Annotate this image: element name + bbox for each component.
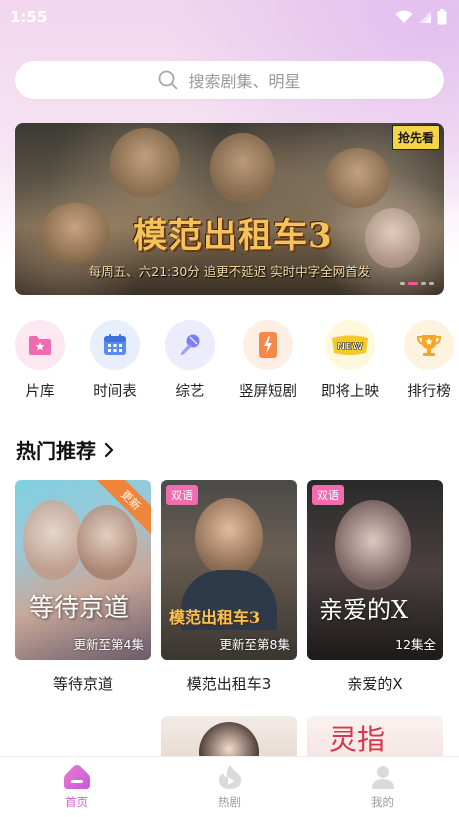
category-label: 时间表 [93, 384, 137, 400]
home-icon [63, 765, 90, 789]
bilingual-tag: 双语 [166, 485, 198, 505]
banner-figure [40, 203, 110, 263]
banner-badge: 抢先看 [391, 125, 440, 150]
episode-status: 更新至第4集 [73, 637, 144, 652]
svg-text:NEW: NEW [337, 342, 363, 353]
banner-figure [365, 208, 420, 268]
bottom-tab-bar: 首页 热剧 我的 [0, 756, 459, 817]
banner-pagination [400, 282, 434, 285]
search-icon [159, 70, 178, 90]
category-variety[interactable]: 综艺 [153, 320, 227, 401]
poster-title: 亲爱的X [319, 596, 409, 624]
chevron-right-icon [104, 442, 114, 457]
card-title: 亲爱的X [347, 675, 403, 693]
banner-figure [325, 148, 390, 208]
battery-icon [437, 9, 447, 25]
category-schedule[interactable]: 时间表 [78, 320, 152, 401]
tab-hot-drama[interactable]: 热剧 [153, 757, 306, 817]
banner-subtitle: 每周五、六21:30分 追更不延迟 实时中字全网首发 [88, 264, 371, 279]
trophy-icon [416, 335, 442, 356]
search-placeholder: 搜索剧集、明星 [188, 72, 301, 91]
new-badge-icon: NEW [332, 335, 368, 355]
poster-title: 模范出租车3 [169, 608, 261, 627]
banner-figure [110, 128, 180, 198]
category-row: 片库 时间表 综艺 竖屏短剧 NEW 即将上映 排行榜 [0, 320, 459, 410]
episode-status: 12集全 [395, 637, 436, 652]
card-title: 模范出租车3 [186, 675, 272, 693]
lightning-phone-icon [259, 332, 277, 358]
signal-icon [419, 11, 431, 23]
banner-figure [210, 133, 275, 203]
profile-icon [371, 766, 394, 789]
category-label: 片库 [25, 384, 55, 400]
category-label: 即将上映 [321, 384, 379, 400]
calendar-icon [104, 334, 126, 355]
poster: 亲爱的X 双语 12集全 [307, 480, 443, 660]
tab-home[interactable]: 首页 [0, 757, 153, 817]
search-bar[interactable]: 搜索剧集、明星 [15, 61, 444, 99]
category-ranking[interactable]: 排行榜 [392, 320, 459, 401]
pagination-dot-active [408, 282, 418, 285]
episode-status: 更新至第8集 [219, 637, 290, 652]
poster-title: 等待京道 [29, 593, 130, 622]
status-time: 1:55 [10, 8, 48, 26]
drama-card-partial[interactable] [161, 716, 297, 756]
hero-banner[interactable]: 模范出租车3 每周五、六21:30分 追更不延迟 实时中字全网首发 抢先看 [15, 123, 444, 295]
drama-card-partial[interactable]: 灵指 [307, 716, 443, 756]
category-film-library[interactable]: 片库 [3, 320, 77, 401]
bilingual-tag: 双语 [312, 485, 344, 505]
section-hot-recommend[interactable]: 热门推荐 [16, 435, 114, 464]
category-label: 竖屏短剧 [239, 384, 297, 400]
category-label: 综艺 [175, 384, 205, 400]
pagination-dot [421, 282, 426, 285]
film-library-icon [29, 336, 51, 355]
poster: 模范出租车3 双语 更新至第8集 [161, 480, 297, 660]
microphone-icon [180, 334, 200, 355]
tab-profile[interactable]: 我的 [306, 757, 459, 817]
category-short-drama[interactable]: 竖屏短剧 [231, 320, 305, 401]
poster-title: 灵指 [329, 723, 386, 756]
pagination-dot [400, 282, 405, 285]
category-label: 排行榜 [407, 384, 451, 400]
drama-card[interactable]: 等待京道 更新 更新至第4集 等待京道 [15, 480, 151, 694]
status-bar: 1:55 [0, 0, 459, 34]
card-title: 等待京道 [52, 675, 113, 693]
flame-icon [218, 765, 241, 789]
wifi-icon [395, 10, 413, 23]
pagination-dot [429, 282, 434, 285]
tab-label: 首页 [65, 795, 88, 809]
section-title: 热门推荐 [16, 439, 96, 463]
drama-card[interactable]: 模范出租车3 双语 更新至第8集 模范出租车3 [161, 480, 297, 694]
tab-label: 我的 [371, 795, 394, 809]
drama-card[interactable]: 亲爱的X 双语 12集全 亲爱的X [307, 480, 443, 694]
poster: 等待京道 更新 更新至第4集 [15, 480, 151, 660]
banner-title: 模范出租车3 [133, 216, 333, 256]
tab-label: 热剧 [218, 795, 241, 809]
category-coming-soon[interactable]: NEW 即将上映 [313, 320, 387, 401]
